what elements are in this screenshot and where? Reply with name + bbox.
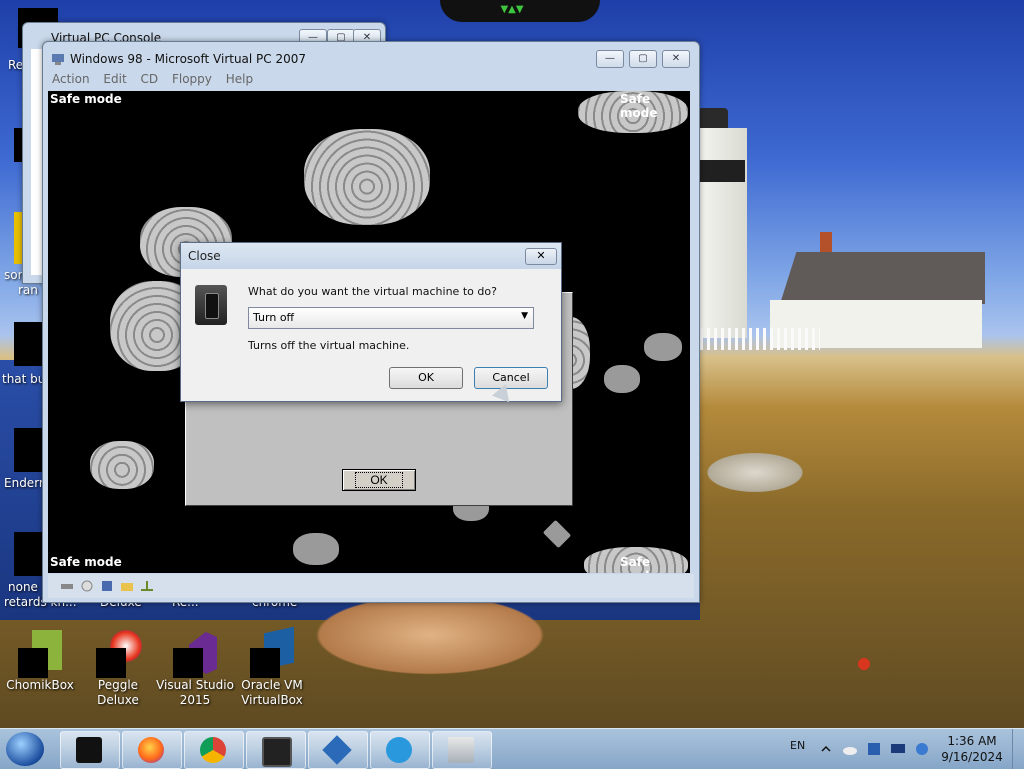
desktop-icon-chomikbox[interactable]: ChomikBox [0,630,80,693]
floppy-icon[interactable] [100,580,114,592]
desktop-icon-label: Endern [4,476,47,490]
clock-date: 9/16/2024 [941,750,1003,764]
asteroid [293,533,339,565]
start-button[interactable] [6,732,44,766]
dialog-titlebar[interactable]: Close ✕ [181,243,561,269]
desktop-icon-peggle[interactable]: Peggle Deluxe [78,630,158,708]
close-dialog[interactable]: Close ✕ What do you want the virtual mac… [180,242,562,402]
led-indicator: ▼▲▼ [500,4,524,15]
desktop-icon-label: Peggle Deluxe [97,678,139,707]
chomikbox-icon [18,630,62,678]
skype-icon [386,737,412,763]
taskbar-virtualbox[interactable] [308,731,368,769]
desktop-icon-label: ChomikBox [6,678,74,692]
taskbar-firefox[interactable] [122,731,182,769]
rocks [300,590,560,680]
remote-desktop-icon [262,737,292,767]
firefox-icon [138,737,164,763]
taskbar-remote-desktop[interactable] [246,731,306,769]
cloud-icon[interactable] [842,741,858,757]
clock[interactable]: 1:36 AM 9/16/2024 [940,733,1004,765]
menu-cd[interactable]: CD [136,70,164,88]
safe-mode-label: Safe mode [620,92,658,120]
asteroid [604,365,640,393]
taskbar-virtual-pc[interactable] [432,731,492,769]
guest-ok-label: OK [355,472,403,488]
asteroid [542,519,572,549]
option-description: Turns off the virtual machine. [248,339,410,352]
show-desktop-button[interactable] [1012,729,1024,769]
peggle-icon [96,630,142,678]
desktop-icon-label: Visual Studio 2015 [156,678,234,707]
network-icon[interactable] [140,580,154,592]
status-bar [48,574,694,598]
fence [700,328,820,350]
flower [858,658,870,670]
dialog-body: What do you want the virtual machine to … [181,269,561,401]
menu-edit[interactable]: Edit [98,70,131,88]
menu-action[interactable]: Action [47,70,95,88]
ok-button[interactable]: OK [389,367,463,389]
dialog-question: What do you want the virtual machine to … [248,285,497,298]
monitor-icon[interactable] [890,741,906,757]
cd-icon[interactable] [80,580,94,592]
house-roof [780,252,985,304]
close-button[interactable]: ✕ [662,50,690,68]
safe-mode-label: Safe mode [50,555,122,569]
clock-time: 1:36 AM [947,734,997,748]
visual-studio-icon [173,630,217,678]
power-switch-icon [195,285,227,325]
taskbar-terminal[interactable] [60,731,120,769]
virtual-pc-icon [52,54,64,65]
desktop-icon-label: Re [8,58,24,72]
asteroid [90,441,154,489]
asteroid [644,333,682,361]
dialog-title: Close [188,249,221,263]
terminal-icon [76,737,102,763]
gadget-widget: ▼▲▼ [440,0,600,22]
lighthouse-gallery [693,160,745,182]
window-title: Windows 98 - Microsoft Virtual PC 2007 [70,52,307,66]
desktop-icon-image[interactable] [14,532,42,576]
hard-disk-icon[interactable] [60,580,74,592]
menu-help[interactable]: Help [221,70,258,88]
language-indicator[interactable]: EN [790,739,805,752]
action-select[interactable]: Turn off ▼ [248,307,534,329]
chrome-icon [200,737,226,763]
taskbar-chrome[interactable] [184,731,244,769]
desktop-icon-image[interactable] [14,428,42,472]
desktop-icon-label: Oracle VM VirtualBox [241,678,303,707]
shared-folder-icon[interactable] [120,580,134,592]
maximize-button[interactable]: ▢ [629,50,657,68]
cancel-button[interactable]: Cancel [474,367,548,389]
security-icon[interactable] [866,741,882,757]
desktop-icon-label: none [8,580,38,594]
close-icon[interactable]: ✕ [525,248,557,265]
chevron-down-icon: ▼ [521,311,528,321]
asteroid [304,129,430,225]
desktop-icon-image[interactable] [14,322,42,366]
guest-ok-button[interactable]: OK [342,469,416,491]
network-icon[interactable] [914,741,930,757]
safe-mode-label: Safe mode [50,92,122,106]
desktop-icon-visual-studio[interactable]: Visual Studio 2015 [155,630,235,708]
minimize-button[interactable]: — [596,50,624,68]
desktop-icon-label: that bu [2,372,46,386]
desktop-icon-virtualbox[interactable]: Oracle VM VirtualBox [232,626,312,708]
virtual-pc-icon [448,737,474,763]
menu-bar: Action Edit CD Floppy Help [47,70,693,90]
taskbar-skype[interactable] [370,731,430,769]
taskbar: EN 1:36 AM 9/16/2024 [0,728,1024,769]
virtualbox-icon [322,735,352,765]
rock [700,450,810,495]
desktop-icon-label: sor [4,268,23,282]
safe-mode-label: Safe mode [620,555,657,573]
selected-option: Turn off [253,311,295,324]
virtualbox-icon [250,626,294,678]
menu-floppy[interactable]: Floppy [167,70,217,88]
chevron-up-icon[interactable] [820,743,832,755]
